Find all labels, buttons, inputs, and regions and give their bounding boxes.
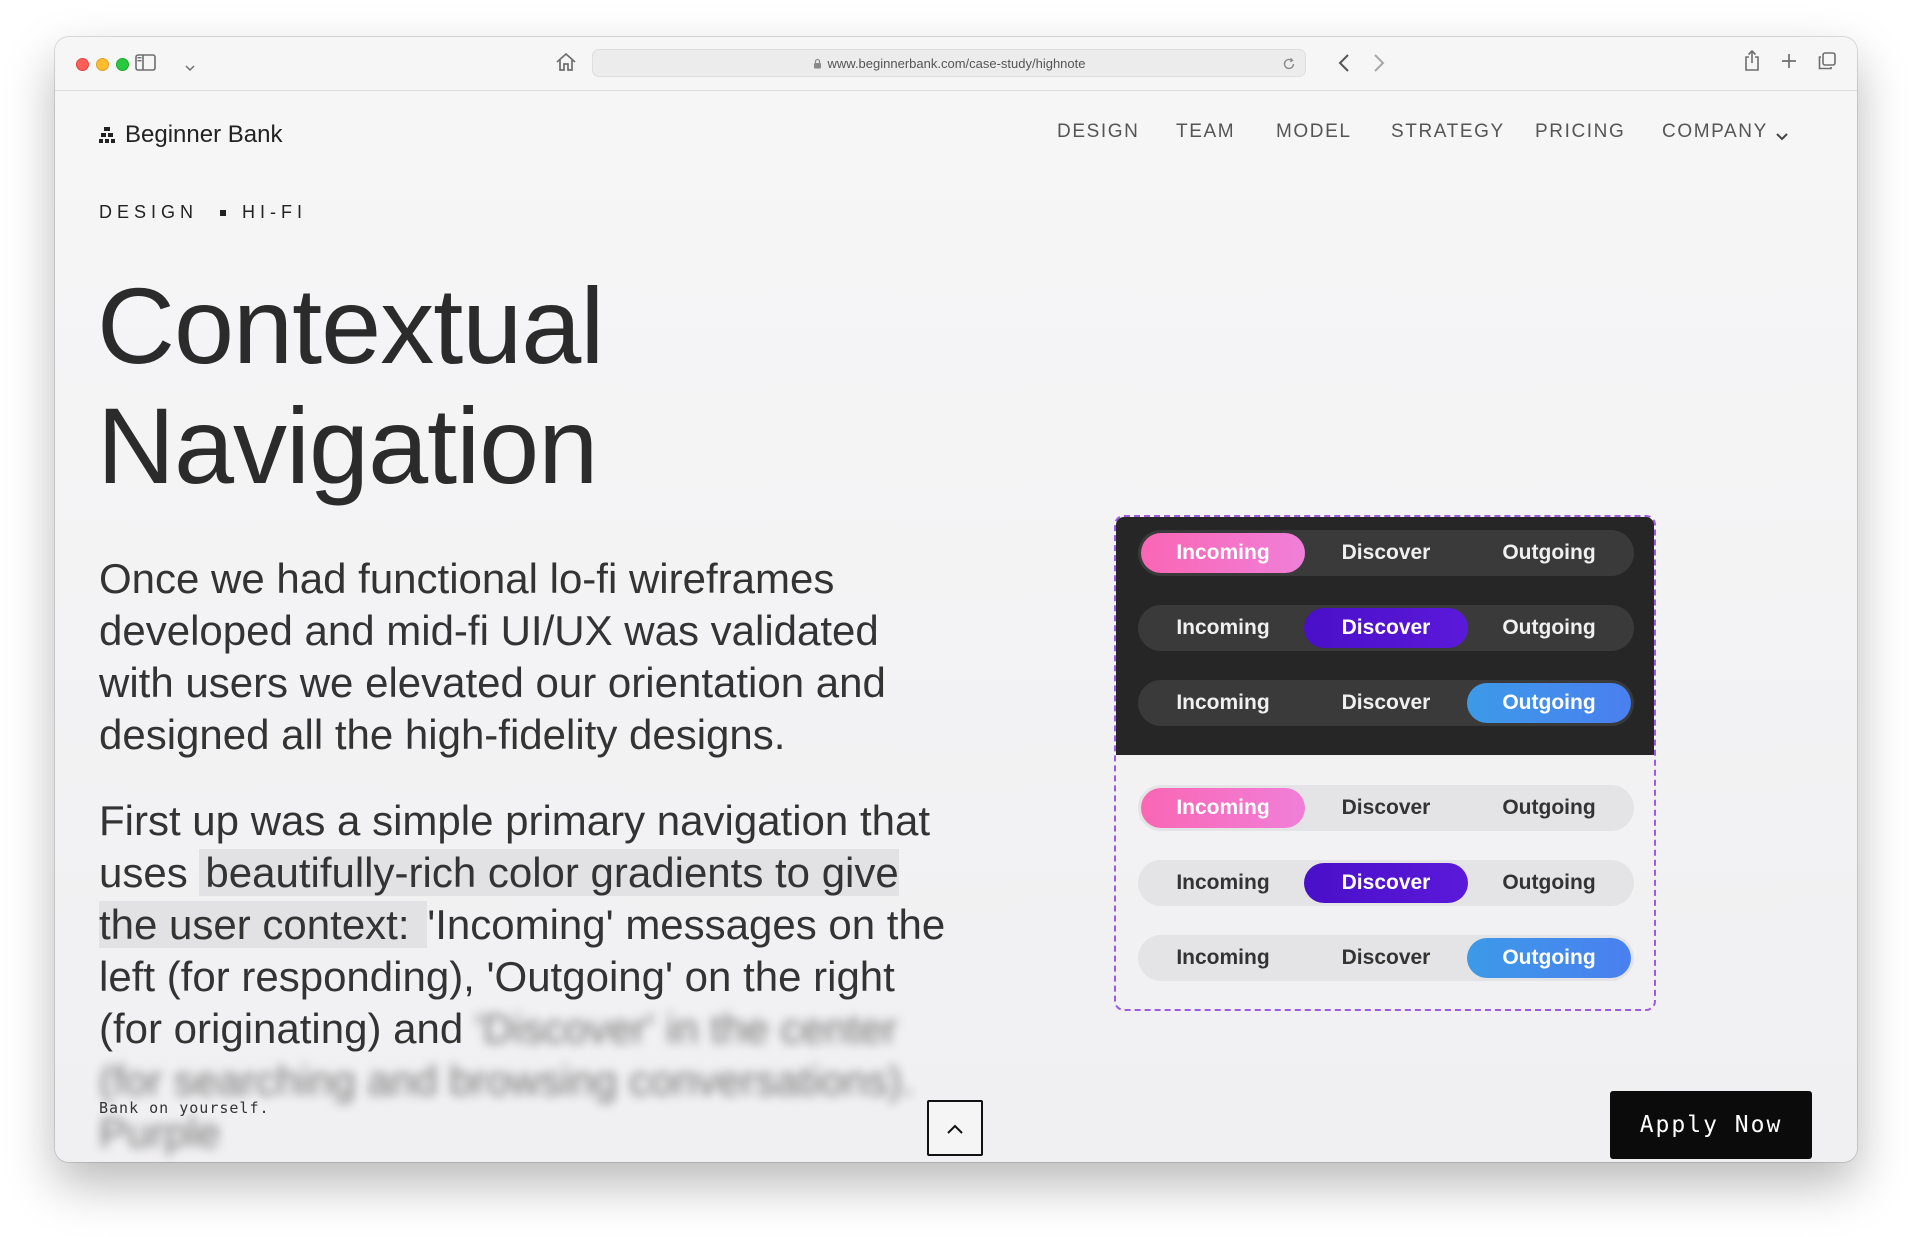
tagline: Bank on yourself.: [99, 1099, 270, 1117]
minimize-window-button[interactable]: [96, 58, 109, 71]
breadcrumb: DESIGN HI-FI: [99, 202, 307, 223]
browser-window: www.beginnerbank.com/case-study/highnote…: [55, 37, 1857, 1162]
segment-discover[interactable]: Discover: [1304, 533, 1468, 573]
chevron-down-icon[interactable]: [185, 57, 195, 76]
segment-incoming[interactable]: Incoming: [1141, 533, 1305, 573]
nav-item-pricing[interactable]: PRICING: [1535, 121, 1625, 143]
page-title: Contextual Navigation: [97, 265, 604, 506]
logo-text: Beginner Bank: [125, 121, 283, 148]
segment-discover[interactable]: Discover: [1304, 788, 1468, 828]
breadcrumb-section[interactable]: DESIGN: [99, 202, 198, 223]
segment-incoming[interactable]: Incoming: [1141, 683, 1305, 723]
segment-discover[interactable]: Discover: [1304, 938, 1468, 978]
reload-icon[interactable]: [1282, 56, 1296, 75]
share-icon[interactable]: [1743, 49, 1761, 76]
new-tab-icon[interactable]: [1781, 53, 1797, 73]
segment-outgoing[interactable]: Outgoing: [1467, 533, 1631, 573]
segment-incoming[interactable]: Incoming: [1141, 863, 1305, 903]
light-nav-outgoing: Incoming Discover Outgoing: [1138, 935, 1634, 981]
light-nav-discover: Incoming Discover Outgoing: [1138, 860, 1634, 906]
back-icon[interactable]: [1338, 53, 1350, 77]
browser-toolbar: www.beginnerbank.com/case-study/highnote: [55, 37, 1857, 91]
tab-overview-icon[interactable]: [1818, 52, 1836, 74]
lock-icon: [813, 58, 821, 69]
nav-item-company[interactable]: COMPANY: [1662, 121, 1768, 143]
segment-outgoing[interactable]: Outgoing: [1467, 938, 1631, 978]
home-icon[interactable]: [555, 52, 577, 76]
nav-item-strategy[interactable]: STRATEGY: [1391, 121, 1505, 143]
nav-item-team[interactable]: TEAM: [1176, 121, 1235, 143]
segment-outgoing[interactable]: Outgoing: [1467, 863, 1631, 903]
zoom-window-button[interactable]: [116, 58, 129, 71]
nav-item-design[interactable]: DESIGN: [1057, 121, 1139, 143]
intro-paragraph: Once we had functional lo-fi wireframes …: [99, 555, 886, 758]
light-nav-incoming: Incoming Discover Outgoing: [1138, 785, 1634, 831]
breadcrumb-separator: [220, 209, 227, 216]
navigation-showcase: Incoming Discover Outgoing Incoming Disc…: [1114, 515, 1656, 1011]
segment-incoming[interactable]: Incoming: [1141, 608, 1305, 648]
segment-incoming[interactable]: Incoming: [1141, 938, 1305, 978]
close-window-button[interactable]: [76, 58, 89, 71]
segment-outgoing[interactable]: Outgoing: [1467, 788, 1631, 828]
segment-outgoing[interactable]: Outgoing: [1467, 608, 1631, 648]
chevron-up-icon: [947, 1124, 963, 1134]
segment-outgoing[interactable]: Outgoing: [1467, 683, 1631, 723]
page-title-line1: Contextual: [97, 265, 604, 386]
breadcrumb-sub: HI-FI: [242, 202, 308, 222]
forward-icon[interactable]: [1373, 53, 1385, 77]
sidebar-toggle-icon[interactable]: [135, 54, 157, 76]
segment-discover[interactable]: Discover: [1304, 863, 1468, 903]
page-content: Beginner Bank DESIGN TEAM MODEL STRATEGY…: [55, 91, 1857, 1162]
back-to-top-button[interactable]: [927, 1100, 983, 1156]
dark-nav-discover: Incoming Discover Outgoing: [1138, 605, 1634, 651]
page-title-line2: Navigation: [97, 385, 598, 506]
address-bar-text: www.beginnerbank.com/case-study/highnote: [593, 56, 1305, 71]
segment-discover[interactable]: Discover: [1304, 608, 1468, 648]
address-bar[interactable]: www.beginnerbank.com/case-study/highnote: [592, 49, 1306, 77]
company-chevron-down-icon[interactable]: [1775, 127, 1789, 146]
segment-discover[interactable]: Discover: [1304, 683, 1468, 723]
segment-incoming[interactable]: Incoming: [1141, 788, 1305, 828]
site-logo[interactable]: Beginner Bank: [99, 121, 282, 149]
nav-item-model[interactable]: MODEL: [1276, 121, 1352, 143]
apply-now-button[interactable]: Apply Now: [1610, 1091, 1812, 1159]
blocks-logo-icon: [99, 127, 115, 143]
dark-nav-incoming: Incoming Discover Outgoing: [1138, 530, 1634, 576]
dark-nav-outgoing: Incoming Discover Outgoing: [1138, 680, 1634, 726]
